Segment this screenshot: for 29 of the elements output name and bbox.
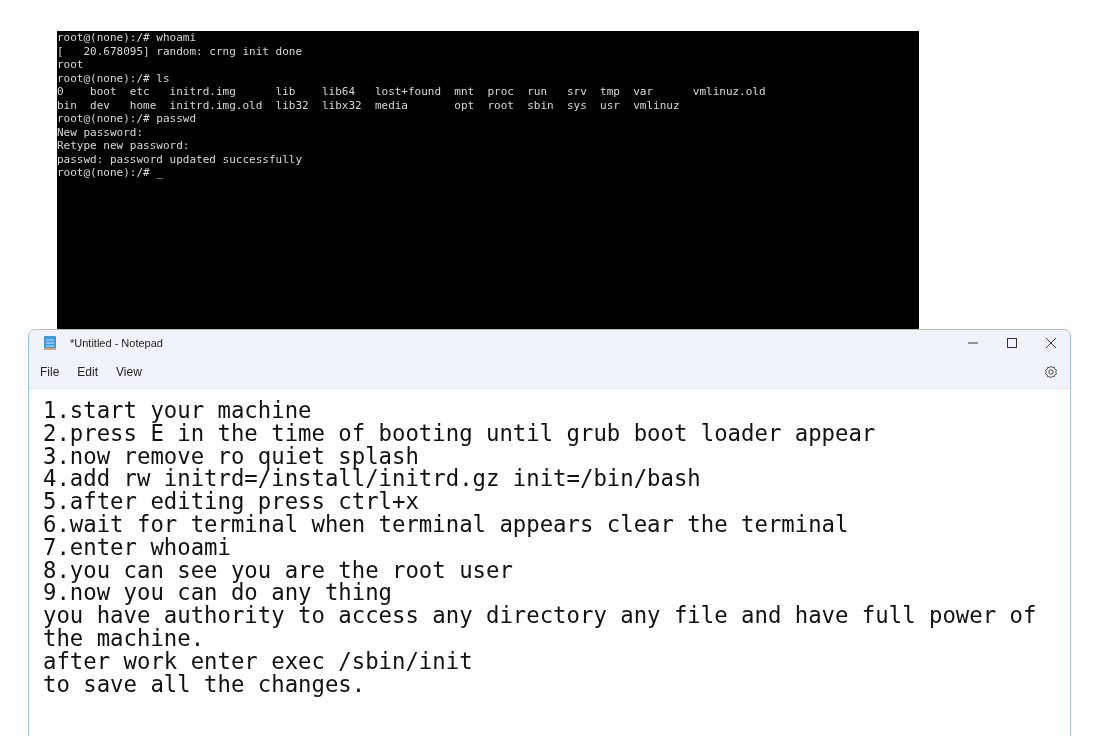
terminal-line: bin dev home initrd.img.old lib32 libx32 media opt root sbin sys usr vmlinuz — [57, 98, 680, 112]
text-line: to save all the changes. — [43, 672, 366, 696]
settings-icon[interactable] — [1044, 365, 1058, 379]
text-line: 4.add rw initrd=/install/initrd.gz init=/bin/bash — [43, 467, 702, 491]
menu-item[interactable]: Edit — [77, 365, 99, 379]
maximize-icon[interactable] — [1007, 338, 1017, 348]
text-line: 7.enter whoami — [43, 535, 232, 559]
terminal-line: New password: — [57, 125, 144, 139]
terminal-line: 0 boot etc initrd.img lib lib64 lost+found mnt proc run srv tmp var vmlinuz.old — [57, 85, 766, 99]
close-icon[interactable] — [1046, 338, 1056, 348]
text-line: you have authority to access any directory any file and have full power of the machine. — [43, 604, 1038, 650]
text-line: after work enter exec /sbin/init — [43, 649, 474, 673]
terminal-line: root@(none):/# passwd — [57, 112, 197, 126]
window-title: *Untitled - Notepad — [70, 337, 163, 349]
terminal-line: root@(none):/# ls — [57, 71, 170, 85]
text-line: 5.after editing press ctrl+x — [43, 490, 419, 513]
menu-item[interactable]: File — [40, 365, 60, 379]
terminal-line: [ 20.678095] random: crng init done — [57, 44, 303, 58]
terminal-line: Retype new password: — [57, 139, 190, 153]
terminal-line: passwd: password updated successfully — [57, 152, 303, 166]
terminal-line: root@(none):/# _ — [57, 166, 163, 180]
text-line: 8.you can see you are the root user — [43, 558, 514, 582]
terminal-line: root@(none):/# whoami — [57, 31, 197, 45]
menu-item[interactable]: View — [116, 365, 142, 379]
text-line: 1.start your machine — [43, 399, 312, 422]
terminal-line: root — [57, 58, 84, 72]
notepad-icon — [44, 335, 56, 351]
text-line: 9.now you can do any thing — [43, 581, 394, 605]
text-line: 6.wait for terminal when terminal appears clear the terminal — [43, 513, 850, 536]
